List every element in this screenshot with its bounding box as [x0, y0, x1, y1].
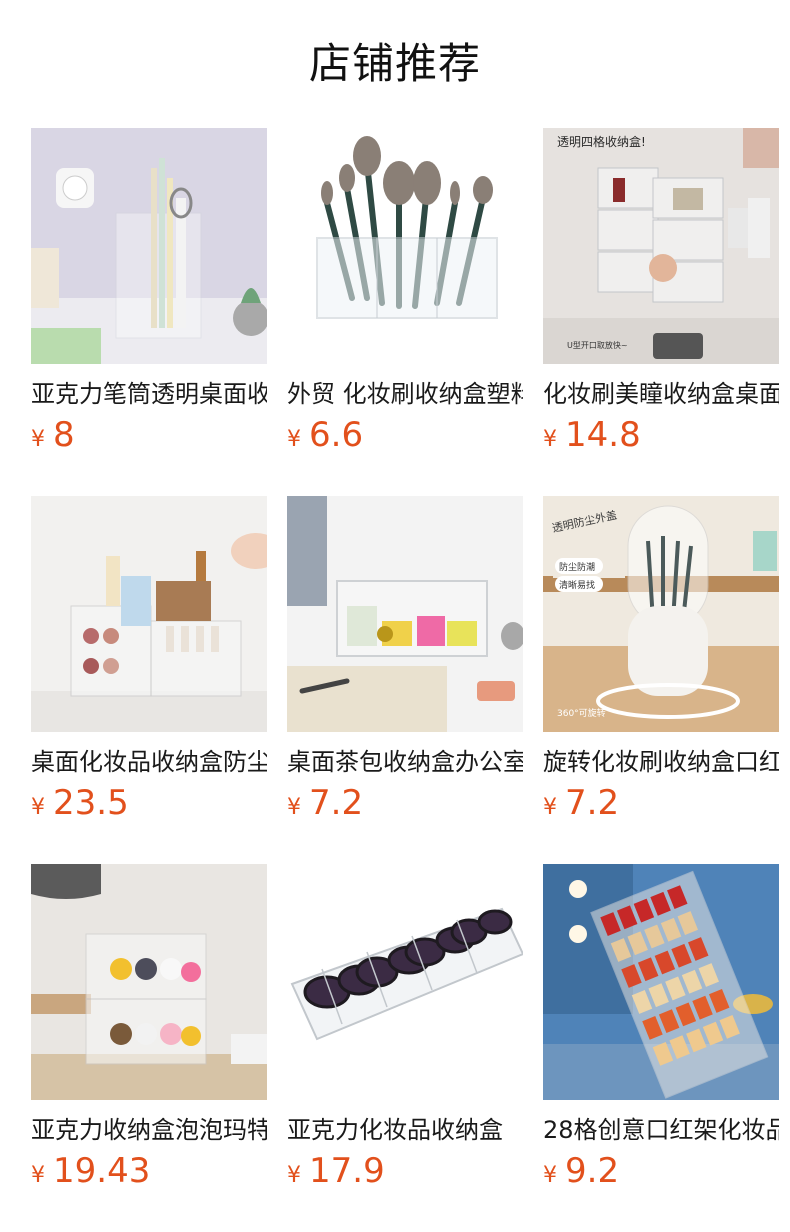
currency-symbol: ¥ [287, 427, 301, 452]
image-caption: 360°可旋转 [557, 707, 606, 719]
product-name[interactable]: 亚克力笔筒透明桌面收纳 [31, 378, 267, 410]
product-image[interactable]: 透明四格收纳盒! U型开口取放快~ [543, 128, 779, 364]
price-amount: 9.2 [565, 1151, 620, 1191]
currency-symbol: ¥ [31, 795, 45, 820]
image-caption: 清晰易找 [559, 579, 595, 591]
currency-symbol: ¥ [287, 1163, 301, 1188]
product-card[interactable]: 透明四格收纳盒! U型开口取放快~ 化妆刷美瞳收纳盒桌面 ¥14.8 [543, 128, 779, 496]
product-card[interactable]: 桌面化妆品收纳盒防尘 ¥23.5 [31, 496, 267, 864]
product-card[interactable]: 亚克力笔筒透明桌面收纳 ¥8 [31, 128, 267, 496]
price-amount: 7.2 [309, 783, 364, 823]
product-image[interactable] [287, 864, 523, 1100]
product-price: ¥14.8 [543, 414, 779, 462]
product-name[interactable]: 化妆刷美瞳收纳盒桌面 [543, 378, 779, 410]
product-image[interactable] [31, 128, 267, 364]
product-name[interactable]: 桌面茶包收纳盒办公室 [287, 746, 523, 778]
currency-symbol: ¥ [543, 1163, 557, 1188]
product-card[interactable]: 外贸 化妆刷收纳盒塑料 ¥6.6 [287, 128, 523, 496]
product-price: ¥17.9 [287, 1150, 523, 1198]
product-name[interactable]: 亚克力收纳盒泡泡玛特 [31, 1114, 267, 1146]
product-price: ¥19.43 [31, 1150, 267, 1198]
product-image[interactable]: 透明防尘外盖 防尘防潮 清晰易找 360°可旋转 [543, 496, 779, 732]
product-image[interactable] [287, 496, 523, 732]
price-amount: 6.6 [309, 415, 364, 455]
product-card[interactable]: 亚克力收纳盒泡泡玛特 ¥19.43 [31, 864, 267, 1232]
currency-symbol: ¥ [287, 795, 301, 820]
image-caption: U型开口取放快~ [567, 340, 628, 350]
page-title: 店铺推荐 [308, 39, 481, 88]
price-amount: 17.9 [309, 1151, 385, 1191]
product-price: ¥7.2 [543, 782, 779, 830]
product-name[interactable]: 桌面化妆品收纳盒防尘 [31, 746, 267, 778]
currency-symbol: ¥ [543, 427, 557, 452]
product-card[interactable]: 28格创意口红架化妆品 ¥9.2 [543, 864, 779, 1232]
product-image[interactable] [287, 128, 523, 364]
product-price: ¥23.5 [31, 782, 267, 830]
product-card[interactable]: 亚克力化妆品收纳盒 ¥17.9 [287, 864, 523, 1232]
product-card[interactable]: 透明防尘外盖 防尘防潮 清晰易找 360°可旋转 旋转化妆刷收纳盒口红 ¥7.2 [543, 496, 779, 864]
image-caption: 透明四格收纳盒! [557, 134, 646, 149]
product-price: ¥9.2 [543, 1150, 779, 1198]
product-name[interactable]: 28格创意口红架化妆品 [543, 1114, 779, 1146]
price-amount: 19.43 [53, 1151, 151, 1191]
currency-symbol: ¥ [31, 1163, 45, 1188]
product-image[interactable] [543, 864, 779, 1100]
price-amount: 23.5 [53, 783, 129, 823]
product-card[interactable]: 桌面茶包收纳盒办公室 ¥7.2 [287, 496, 523, 864]
product-name[interactable]: 旋转化妆刷收纳盒口红 [543, 746, 779, 778]
price-amount: 14.8 [565, 415, 641, 455]
product-price: ¥6.6 [287, 414, 523, 462]
price-amount: 8 [53, 415, 75, 455]
product-name[interactable]: 外贸 化妆刷收纳盒塑料 [287, 378, 523, 410]
product-image[interactable] [31, 864, 267, 1100]
product-name[interactable]: 亚克力化妆品收纳盒 [287, 1114, 523, 1146]
product-price: ¥7.2 [287, 782, 523, 830]
currency-symbol: ¥ [31, 427, 45, 452]
product-price: ¥8 [31, 414, 267, 462]
product-image[interactable] [31, 496, 267, 732]
price-amount: 7.2 [565, 783, 620, 823]
currency-symbol: ¥ [543, 795, 557, 820]
product-grid: 亚克力笔筒透明桌面收纳 ¥8 [31, 128, 779, 1232]
image-caption: 防尘防潮 [559, 561, 595, 573]
